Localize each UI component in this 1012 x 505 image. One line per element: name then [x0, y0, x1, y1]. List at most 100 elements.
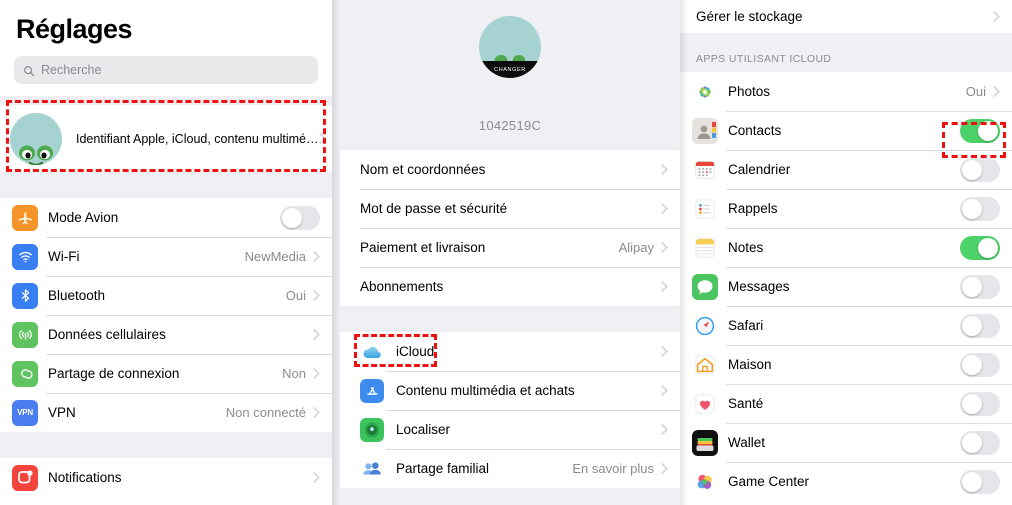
- panel-divider: [680, 0, 688, 505]
- gamecenter-toggle[interactable]: [960, 469, 1000, 494]
- app-row-wallet[interactable]: Wallet: [680, 423, 1012, 462]
- service-row-media[interactable]: Contenu multimédia et achats: [340, 371, 680, 410]
- notes-toggle[interactable]: [960, 235, 1000, 260]
- settings-header: Réglages: [0, 0, 332, 46]
- hotspot-icon: [12, 360, 38, 387]
- account-row-label: Paiement et livraison: [360, 240, 486, 255]
- change-avatar-label: CHANGER: [494, 66, 526, 73]
- toggle-knob: [282, 207, 302, 228]
- icloud-panel: Gérer le stockage APPS UTILISANT ICLOUD: [680, 0, 1012, 505]
- safari-toggle[interactable]: [960, 313, 1000, 338]
- toggle-knob: [962, 354, 982, 375]
- service-row-label: Contenu multimédia et achats: [396, 383, 575, 398]
- settings-row-label: Notifications: [48, 470, 122, 485]
- notifications-group: Notifications: [0, 458, 332, 497]
- contacts-toggle[interactable]: [960, 118, 1000, 143]
- icloud-icon: [360, 339, 384, 365]
- toggle-knob: [962, 159, 982, 180]
- services-group: iCloud Contenu multimédia et achats Loca…: [340, 332, 680, 488]
- chevron-right-icon: [318, 133, 326, 144]
- service-row-family[interactable]: Partage familial En savoir plus: [340, 449, 680, 488]
- settings-row-notifications[interactable]: Notifications: [0, 458, 332, 497]
- page-title: Réglages: [16, 14, 133, 44]
- app-row-gamecenter[interactable]: Game Center: [680, 462, 1012, 501]
- settings-row-airplane[interactable]: Mode Avion: [0, 198, 332, 237]
- wallet-toggle[interactable]: [960, 430, 1000, 455]
- account-row-label: Nom et coordonnées: [360, 162, 486, 177]
- settings-row-bluetooth[interactable]: Bluetooth Oui: [0, 276, 332, 315]
- account-row-subscriptions[interactable]: Abonnements: [340, 267, 680, 306]
- chevron-right-icon: [661, 424, 668, 435]
- settings-row-vpn[interactable]: VPN VPN Non connecté: [0, 393, 332, 432]
- app-row-health[interactable]: Santé: [680, 384, 1012, 423]
- airplane-toggle[interactable]: [280, 205, 320, 230]
- app-row-safari[interactable]: Safari: [680, 306, 1012, 345]
- manage-storage-row[interactable]: Gérer le stockage: [680, 0, 1012, 33]
- messages-icon: [692, 273, 718, 300]
- chevron-right-icon: [661, 281, 668, 292]
- messages-toggle[interactable]: [960, 274, 1000, 299]
- gamecenter-icon: [692, 468, 718, 495]
- notes-icon: [692, 234, 718, 261]
- app-row-contacts[interactable]: Contacts: [680, 111, 1012, 150]
- calendar-toggle[interactable]: [960, 157, 1000, 182]
- chevron-right-icon: [313, 290, 320, 301]
- chevron-right-icon: [313, 407, 320, 418]
- settings-row-cellular[interactable]: Données cellulaires: [0, 315, 332, 354]
- apple-id-row[interactable]: Identifiant Apple, iCloud, contenu multi…: [0, 105, 332, 172]
- avatar[interactable]: CHANGER: [479, 16, 541, 78]
- settings-row-label: Wi-Fi: [48, 249, 80, 264]
- search-input[interactable]: Recherche: [14, 56, 318, 84]
- settings-row-hotspot[interactable]: Partage de connexion Non: [0, 354, 332, 393]
- app-row-label: Photos: [728, 84, 771, 99]
- chevron-right-icon: [661, 463, 668, 474]
- account-row-payment[interactable]: Paiement et livraison Alipay: [340, 228, 680, 267]
- app-row-notes[interactable]: Notes: [680, 228, 1012, 267]
- change-avatar-band[interactable]: CHANGER: [479, 61, 541, 78]
- home-toggle[interactable]: [960, 352, 1000, 377]
- app-row-photos[interactable]: Photos Oui: [680, 72, 1012, 111]
- app-row-calendar[interactable]: Calendrier: [680, 150, 1012, 189]
- settings-row-value: NewMedia: [244, 249, 306, 264]
- app-row-reminders[interactable]: Rappels: [680, 189, 1012, 228]
- cellular-icon: [12, 321, 38, 348]
- search-container: Recherche: [0, 46, 332, 96]
- chevron-right-icon: [313, 368, 320, 379]
- home-icon: [692, 351, 718, 378]
- account-row-password[interactable]: Mot de passe et sécurité: [340, 189, 680, 228]
- settings-panel: Réglages Recherche Identifiant Apple, iC…: [0, 0, 332, 505]
- app-row-label: Maison: [728, 357, 772, 372]
- settings-row-label: Bluetooth: [48, 288, 106, 303]
- service-row-icloud[interactable]: iCloud: [340, 332, 680, 371]
- settings-row-wifi[interactable]: Wi-Fi NewMedia: [0, 237, 332, 276]
- account-hero: CHANGER 1042519C: [340, 0, 680, 150]
- settings-row-label: Données cellulaires: [48, 327, 166, 342]
- app-row-label: Rappels: [728, 201, 778, 216]
- app-row-messages[interactable]: Messages: [680, 267, 1012, 306]
- search-icon: [23, 64, 35, 77]
- photos-icon: [692, 78, 718, 105]
- chevron-right-icon: [993, 86, 1000, 97]
- chevron-right-icon: [661, 242, 668, 253]
- icloud-apps-group: Photos Oui Contacts Calendrier Rappels N…: [680, 72, 1012, 501]
- chevron-right-icon: [313, 329, 320, 340]
- app-row-label: Notes: [728, 240, 764, 255]
- spacer: [0, 96, 332, 105]
- toggle-knob: [962, 276, 982, 297]
- storage-group: Gérer le stockage: [680, 0, 1012, 33]
- notifications-icon: [12, 464, 38, 491]
- icloud-scroll[interactable]: Gérer le stockage APPS UTILISANT ICLOUD: [680, 0, 1012, 505]
- app-row-label: Wallet: [728, 435, 766, 450]
- reminders-toggle[interactable]: [960, 196, 1000, 221]
- app-row-label: Game Center: [728, 474, 810, 489]
- app-row-value: Oui: [965, 84, 986, 99]
- apps-section-header: APPS UTILISANT ICLOUD: [680, 33, 1012, 72]
- app-row-home[interactable]: Maison: [680, 345, 1012, 384]
- health-toggle[interactable]: [960, 391, 1000, 416]
- settings-row-label: Partage de connexion: [48, 366, 180, 381]
- service-row-findmy[interactable]: Localiser: [340, 410, 680, 449]
- account-row-name[interactable]: Nom et coordonnées: [340, 150, 680, 189]
- apple-id-scroll[interactable]: CHANGER 1042519C Nom et coordonnées Mot …: [340, 0, 680, 505]
- settings-scroll[interactable]: Réglages Recherche Identifiant Apple, iC…: [0, 0, 332, 505]
- bluetooth-icon: [12, 282, 38, 309]
